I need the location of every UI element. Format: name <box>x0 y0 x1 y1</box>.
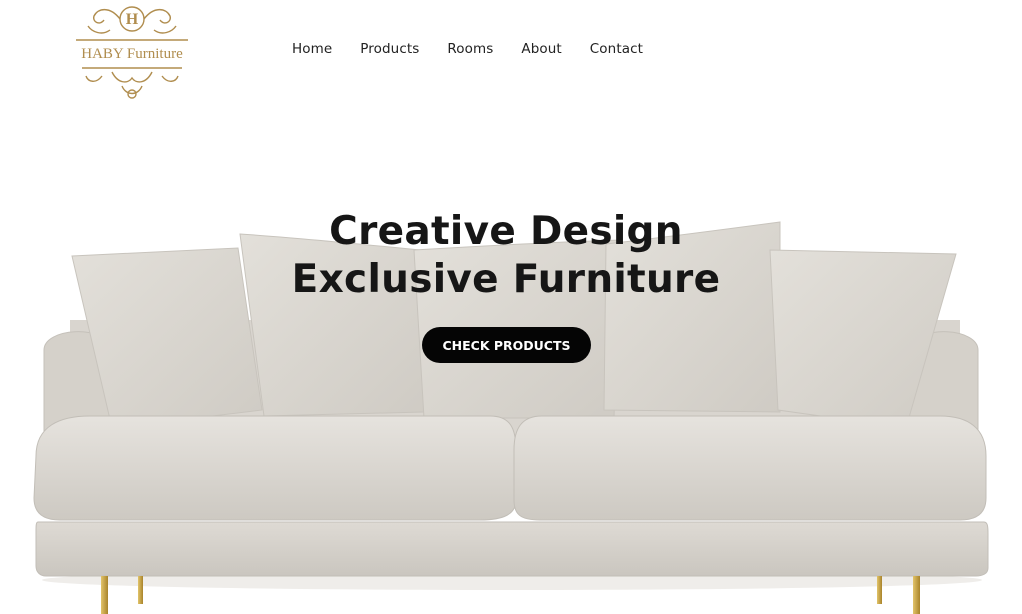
nav-rooms[interactable]: Rooms <box>447 41 493 57</box>
nav-about[interactable]: About <box>521 41 561 57</box>
hero-section: Creative Design Exclusive Furniture CHEC… <box>0 110 1022 614</box>
hero-heading-line2: Exclusive Furniture <box>291 257 721 302</box>
brand-name: HABY Furniture <box>81 46 183 62</box>
check-products-button[interactable]: CHECK PRODUCTS <box>422 327 591 363</box>
nav-contact[interactable]: Contact <box>590 41 643 57</box>
hero-heading: Creative Design Exclusive Furniture <box>0 208 1012 304</box>
nav-products[interactable]: Products <box>360 41 419 57</box>
brand-logo[interactable]: H HABY Furniture <box>62 0 202 104</box>
logo-monogram: H <box>126 11 139 28</box>
hero-heading-line1: Creative Design <box>329 209 683 254</box>
main-nav: Home Products Rooms About Contact <box>292 41 671 57</box>
nav-home[interactable]: Home <box>292 41 332 57</box>
site-header: H HABY Furniture Home Products Rooms Abo… <box>0 0 1022 110</box>
